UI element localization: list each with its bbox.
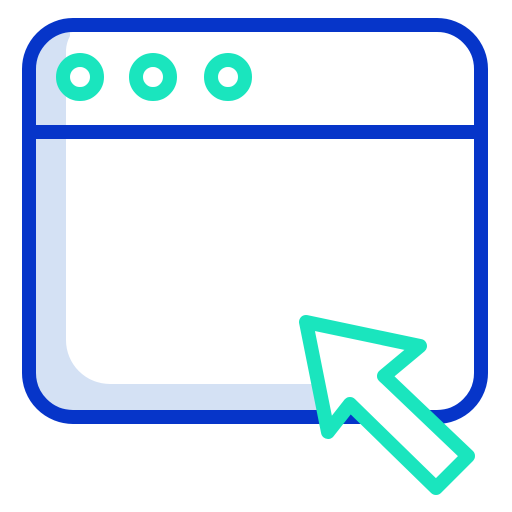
browser-window-cursor-icon: [22, 18, 488, 495]
window-dot-icon: [56, 53, 104, 101]
window-dot-icon: [129, 53, 177, 101]
window-dots: [56, 53, 252, 101]
window-dot-icon: [204, 53, 252, 101]
icon-canvas: [0, 0, 512, 512]
cursor-backing: [301, 317, 473, 493]
window-shadow: [34, 132, 320, 422]
